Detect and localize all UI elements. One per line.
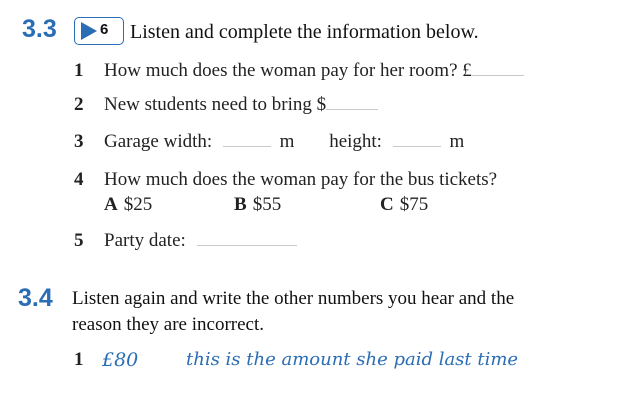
option-value: $25 — [123, 194, 153, 215]
option-letter: B — [234, 194, 247, 215]
play-icon — [81, 22, 97, 40]
question-text: How much does the woman pay for her room… — [104, 60, 472, 81]
question-text: New students need to bring $ — [104, 94, 327, 115]
question-text: How much does the woman pay for the bus … — [104, 169, 498, 190]
answer-blank-width[interactable] — [222, 145, 271, 147]
section-number-3-3: 3.3 — [22, 15, 57, 43]
example-amount: £80 — [102, 349, 139, 371]
question-number: 3 — [74, 131, 84, 152]
question-3: 3 Garage width: m height: m — [74, 131, 614, 157]
example-reason: this is the amount she paid last time — [186, 349, 519, 370]
option-value: $55 — [252, 194, 282, 215]
garage-height-label: height: — [329, 131, 382, 152]
instruction-3-3: Listen and complete the information belo… — [130, 21, 479, 43]
option-letter: A — [104, 194, 118, 215]
question-5: 5 Party date: — [74, 230, 614, 256]
question-number: 1 — [74, 60, 84, 81]
question-text: Party date: — [104, 230, 186, 251]
question-number: 4 — [74, 169, 84, 190]
track-number: 6 — [100, 21, 109, 38]
instruction-3-4-line2: reason they are incorrect. — [72, 314, 265, 335]
answer-blank[interactable] — [196, 244, 297, 246]
garage-width-label: Garage width: — [104, 131, 213, 152]
instruction-3-4-line1: Listen again and write the other numbers… — [72, 288, 515, 309]
example-answer: 1 £80 this is the amount she paid last t… — [74, 349, 614, 377]
example-number: 1 — [74, 349, 84, 370]
option-c[interactable]: C $75 — [380, 194, 428, 216]
unit-label: m — [449, 131, 465, 152]
question-4: 4 How much does the woman pay for the bu… — [74, 169, 614, 195]
question-number: 5 — [74, 230, 84, 251]
audio-track-button[interactable]: 6 — [74, 17, 124, 45]
answer-blank[interactable] — [471, 74, 524, 76]
unit-label: m — [279, 131, 295, 152]
option-letter: C — [380, 194, 394, 215]
question-2: 2 New students need to bring $ — [74, 94, 614, 120]
answer-blank-height[interactable] — [392, 145, 441, 147]
answer-blank[interactable] — [326, 108, 379, 110]
question-number: 2 — [74, 94, 84, 115]
option-a[interactable]: A $25 — [104, 194, 152, 216]
option-b[interactable]: B $55 — [234, 194, 281, 216]
section-number-3-4: 3.4 — [18, 284, 53, 312]
question-1: 1 How much does the woman pay for her ro… — [74, 60, 614, 86]
option-value: $75 — [399, 194, 429, 215]
